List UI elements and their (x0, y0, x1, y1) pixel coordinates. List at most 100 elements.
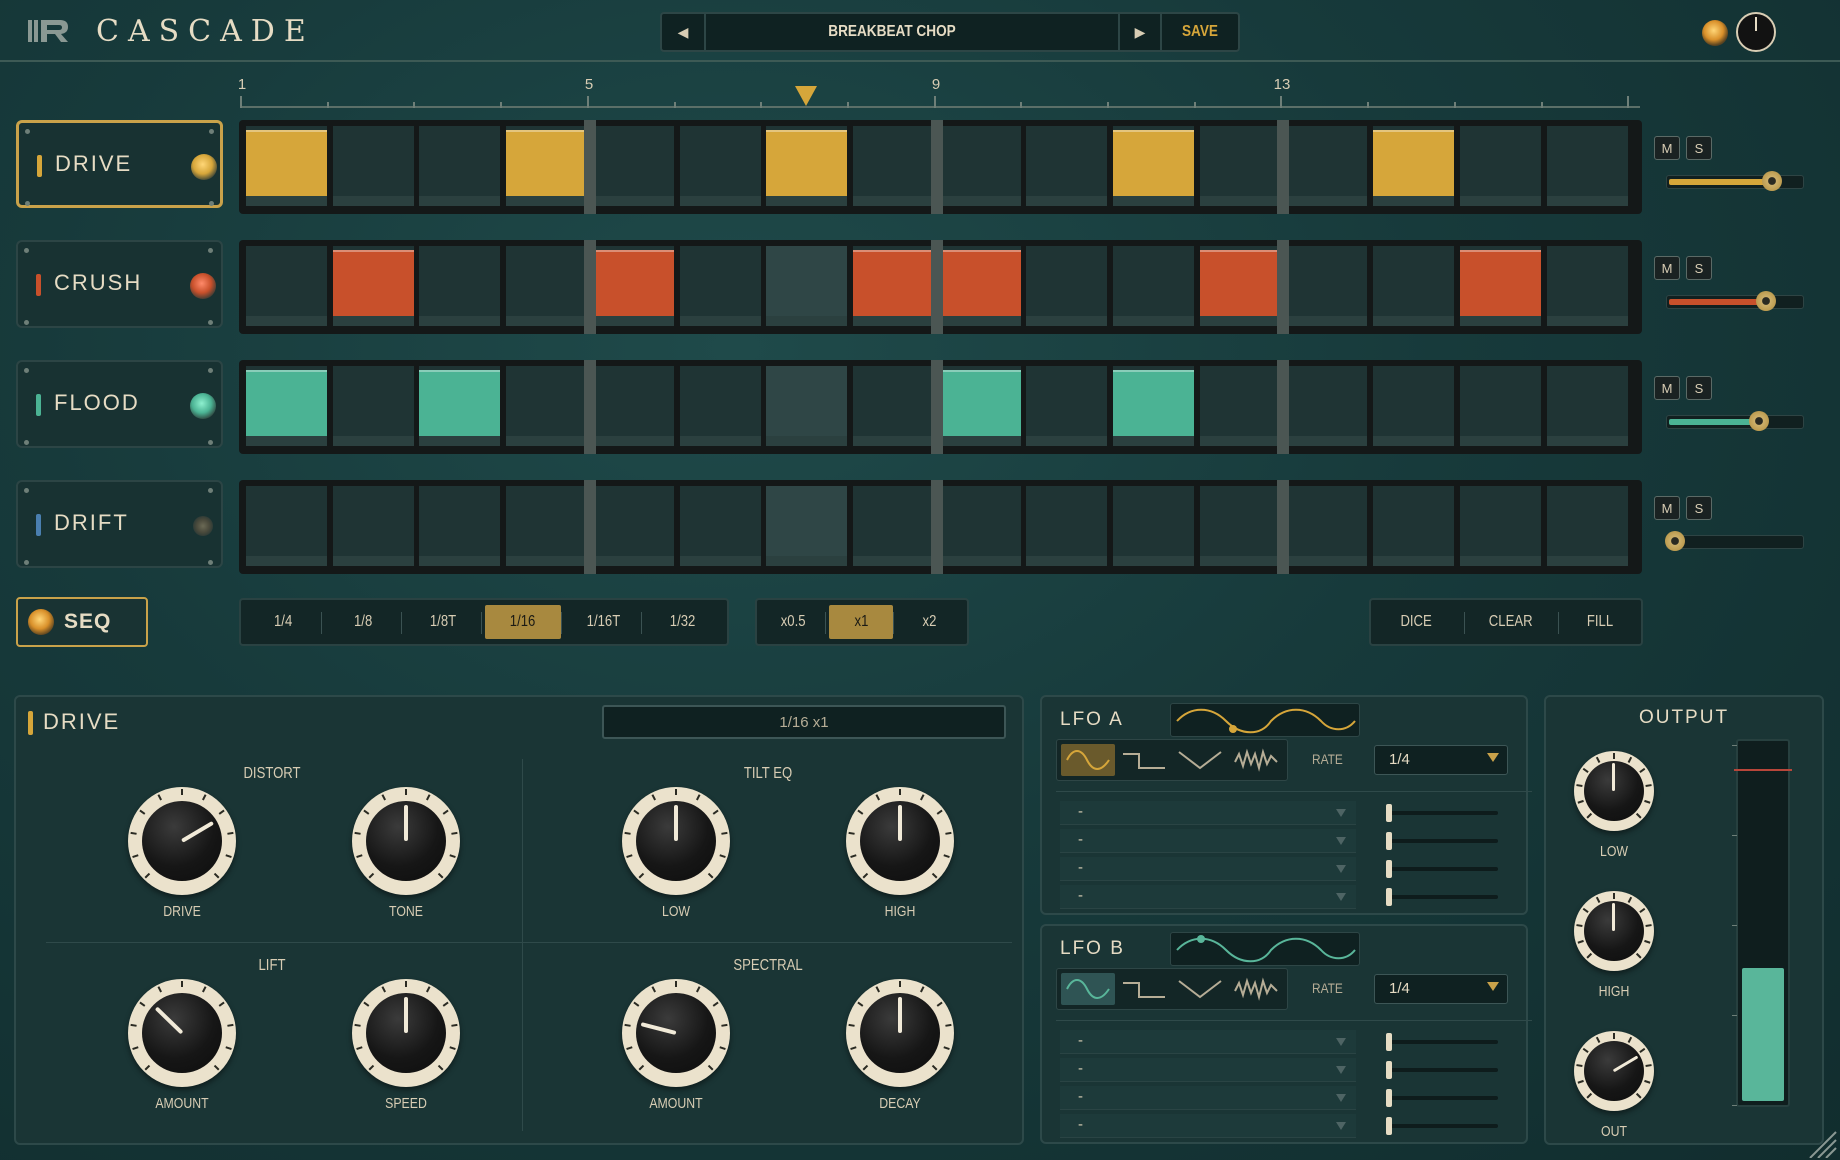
step-cell[interactable] (680, 126, 761, 206)
solo-button[interactable]: S (1686, 136, 1712, 160)
step-cell[interactable] (1200, 126, 1281, 206)
mute-button[interactable]: M (1654, 496, 1680, 520)
lfo-destination-dropdown[interactable]: - (1060, 829, 1356, 853)
amount-slider-thumb[interactable] (1386, 1089, 1392, 1107)
amount-slider-thumb[interactable] (1386, 1117, 1392, 1135)
lfo-destination-dropdown[interactable]: - (1060, 857, 1356, 881)
step-cell[interactable] (853, 486, 934, 566)
track-crush-button[interactable]: CRUSH (16, 240, 223, 328)
division-option[interactable]: 1/8T (405, 605, 481, 639)
square-shape-button[interactable] (1117, 744, 1171, 776)
fill-button[interactable]: FILL (1559, 605, 1641, 639)
step-cell[interactable] (940, 246, 1021, 326)
track-volume-slider[interactable] (1666, 411, 1804, 431)
lfo-destination-dropdown[interactable]: - (1060, 1058, 1356, 1082)
step-cell[interactable] (506, 366, 587, 446)
preset-next-button[interactable]: ▶ (1118, 14, 1162, 50)
master-volume-knob[interactable] (1736, 12, 1776, 52)
save-button[interactable]: SAVE (1168, 14, 1233, 50)
param-knob[interactable] (622, 979, 730, 1087)
step-cell[interactable] (506, 126, 587, 206)
step-cell[interactable] (1113, 246, 1194, 326)
mute-button[interactable]: M (1654, 376, 1680, 400)
step-cell[interactable] (1373, 486, 1454, 566)
power-led-icon[interactable] (1702, 20, 1728, 46)
step-cell[interactable] (680, 366, 761, 446)
division-option[interactable]: 1/8 (325, 605, 401, 639)
step-cell[interactable] (853, 366, 934, 446)
solo-button[interactable]: S (1686, 496, 1712, 520)
playhead-marker-icon[interactable] (795, 86, 817, 106)
param-knob[interactable] (846, 787, 954, 895)
amount-slider-thumb[interactable] (1386, 888, 1392, 906)
division-option[interactable]: 1/32 (645, 605, 721, 639)
step-cell[interactable] (593, 246, 674, 326)
amount-slider-track[interactable] (1386, 1124, 1498, 1128)
track-led-icon[interactable] (190, 393, 216, 419)
track-flood-button[interactable]: FLOOD (16, 360, 223, 448)
step-cell[interactable] (1200, 366, 1281, 446)
output-high-knob[interactable] (1574, 891, 1654, 971)
track-led-icon[interactable] (193, 516, 213, 536)
step-cell[interactable] (419, 366, 500, 446)
clear-button[interactable]: CLEAR (1465, 605, 1557, 639)
step-cell[interactable] (506, 246, 587, 326)
step-cell[interactable] (1286, 366, 1367, 446)
output-out-knob[interactable] (1574, 1031, 1654, 1111)
step-cell[interactable] (1373, 366, 1454, 446)
step-cell[interactable] (1547, 366, 1628, 446)
step-cell[interactable] (419, 486, 500, 566)
param-knob[interactable] (846, 979, 954, 1087)
square-shape-button[interactable] (1117, 973, 1171, 1005)
rate-dropdown[interactable]: 1/4 (1374, 974, 1508, 1004)
amount-slider-track[interactable] (1386, 1096, 1498, 1100)
step-cell[interactable] (246, 246, 327, 326)
output-low-knob[interactable] (1574, 751, 1654, 831)
amount-slider-track[interactable] (1386, 839, 1498, 843)
step-cell[interactable] (940, 366, 1021, 446)
amount-slider-thumb[interactable] (1386, 1061, 1392, 1079)
multiplier-option[interactable]: x1 (829, 605, 893, 639)
volume-thumb[interactable] (1762, 171, 1782, 191)
param-knob[interactable] (352, 787, 460, 895)
sine-shape-button[interactable] (1061, 973, 1115, 1005)
step-cell[interactable] (333, 366, 414, 446)
amount-slider-thumb[interactable] (1386, 1033, 1392, 1051)
param-knob[interactable] (128, 787, 236, 895)
lfo-destination-dropdown[interactable]: - (1060, 801, 1356, 825)
step-cell[interactable] (419, 246, 500, 326)
step-cell[interactable] (766, 246, 847, 326)
track-drift-button[interactable]: DRIFT (16, 480, 223, 568)
step-cell[interactable] (766, 486, 847, 566)
track-drive-button[interactable]: DRIVE (16, 120, 223, 208)
solo-button[interactable]: S (1686, 376, 1712, 400)
step-cell[interactable] (1286, 126, 1367, 206)
param-knob[interactable] (352, 979, 460, 1087)
resize-grip-icon[interactable] (1806, 1128, 1838, 1158)
track-led-icon[interactable] (190, 273, 216, 299)
track-volume-slider[interactable] (1665, 531, 1804, 551)
step-cell[interactable] (246, 126, 327, 206)
step-cell[interactable] (1113, 366, 1194, 446)
rate-dropdown[interactable]: 1/4 (1374, 745, 1508, 775)
step-cell[interactable] (853, 246, 934, 326)
amount-slider-track[interactable] (1386, 811, 1498, 815)
volume-thumb[interactable] (1756, 291, 1776, 311)
lfo-destination-dropdown[interactable]: - (1060, 1086, 1356, 1110)
amount-slider-thumb[interactable] (1386, 860, 1392, 878)
amount-slider-track[interactable] (1386, 867, 1498, 871)
amount-slider-track[interactable] (1386, 1068, 1498, 1072)
step-cell[interactable] (680, 486, 761, 566)
step-cell[interactable] (506, 486, 587, 566)
triangle-shape-button[interactable] (1173, 744, 1227, 776)
step-cell[interactable] (1113, 126, 1194, 206)
step-cell[interactable] (1200, 246, 1281, 326)
step-cell[interactable] (1026, 486, 1107, 566)
step-cell[interactable] (1113, 486, 1194, 566)
dice-button[interactable]: DICE (1371, 605, 1461, 639)
step-cell[interactable] (246, 486, 327, 566)
lfo-destination-dropdown[interactable]: - (1060, 1114, 1356, 1138)
preset-prev-button[interactable]: ◀ (662, 14, 706, 50)
mute-button[interactable]: M (1654, 256, 1680, 280)
step-cell[interactable] (1200, 486, 1281, 566)
